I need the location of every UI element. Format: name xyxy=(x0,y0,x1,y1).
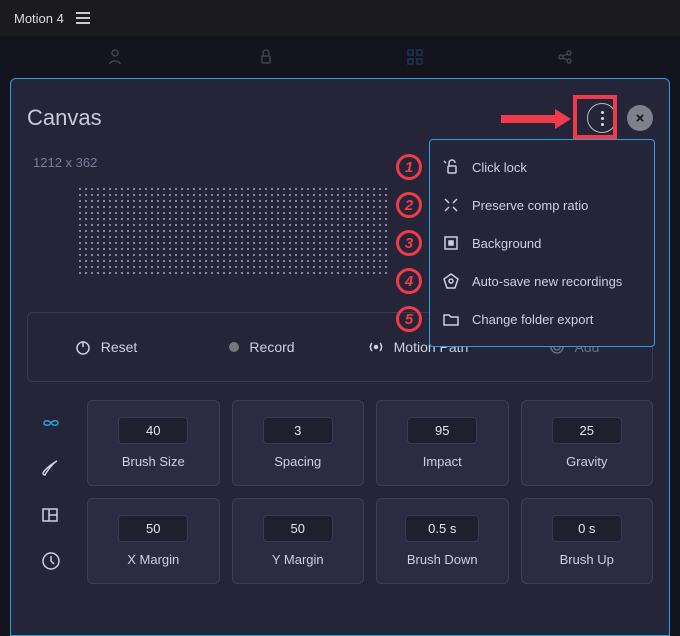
annotation-number: 3 xyxy=(396,230,422,256)
panel-header: Canvas × 1 Click lock 2 Preserve comp ra… xyxy=(27,93,653,143)
param-value[interactable]: 95 xyxy=(407,417,477,444)
lock-icon xyxy=(442,158,460,176)
param-value[interactable]: 50 xyxy=(263,515,333,542)
square-dot-icon xyxy=(442,234,460,252)
menu-change-folder[interactable]: 5 Change folder export xyxy=(430,300,654,338)
param-label: Brush Up xyxy=(560,552,614,567)
param-gravity: 25 Gravity xyxy=(521,400,654,486)
button-label: Reset xyxy=(101,339,138,355)
menu-autosave[interactable]: 4 Auto-save new recordings xyxy=(430,262,654,300)
param-label: Y Margin xyxy=(272,552,324,567)
expand-icon xyxy=(442,196,460,214)
param-value[interactable]: 3 xyxy=(263,417,333,444)
generic-icon[interactable] xyxy=(556,48,574,66)
infinity-tool[interactable] xyxy=(40,412,62,434)
menu-item-label: Change folder export xyxy=(472,312,593,327)
param-y-margin: 50 Y Margin xyxy=(232,498,365,584)
annotation-number: 4 xyxy=(396,268,422,294)
menu-click-lock[interactable]: 1 Click lock xyxy=(430,148,654,186)
app-topbar: Motion 4 xyxy=(0,0,680,36)
options-dropdown: 1 Click lock 2 Preserve comp ratio 3 Bac… xyxy=(429,139,655,347)
param-impact: 95 Impact xyxy=(376,400,509,486)
menu-item-label: Auto-save new recordings xyxy=(472,274,622,289)
param-value[interactable]: 50 xyxy=(118,515,188,542)
param-value[interactable]: 25 xyxy=(552,417,622,444)
more-options-button[interactable] xyxy=(587,103,617,133)
kebab-icon xyxy=(601,111,604,126)
param-value[interactable]: 40 xyxy=(118,417,188,444)
menu-background[interactable]: 3 Background xyxy=(430,224,654,262)
param-brush-down: 0.5 s Brush Down xyxy=(376,498,509,584)
app-title: Motion 4 xyxy=(14,11,64,26)
brush-tool[interactable] xyxy=(40,458,62,480)
param-value[interactable]: 0.5 s xyxy=(405,515,479,542)
param-brush-size: 40 Brush Size xyxy=(87,400,220,486)
clock-tool[interactable] xyxy=(40,550,62,572)
button-label: Record xyxy=(249,339,294,355)
tab-strip xyxy=(0,36,680,78)
folder-icon xyxy=(442,310,460,328)
generic-icon[interactable] xyxy=(406,48,424,66)
menu-preserve-ratio[interactable]: 2 Preserve comp ratio xyxy=(430,186,654,224)
param-x-margin: 50 X Margin xyxy=(87,498,220,584)
broadcast-icon xyxy=(368,339,384,355)
power-icon xyxy=(75,339,91,355)
param-label: Impact xyxy=(423,454,462,469)
param-label: Brush Down xyxy=(407,552,478,567)
annotation-number: 2 xyxy=(396,192,422,218)
canvas-preview[interactable] xyxy=(77,186,389,276)
param-spacing: 3 Spacing xyxy=(232,400,365,486)
param-label: Brush Size xyxy=(122,454,185,469)
menu-item-label: Click lock xyxy=(472,160,527,175)
param-label: X Margin xyxy=(127,552,179,567)
menu-icon[interactable] xyxy=(76,12,90,24)
param-value[interactable]: 0 s xyxy=(552,515,622,542)
menu-item-label: Background xyxy=(472,236,541,251)
record-button[interactable]: Record xyxy=(190,323,334,371)
parameters-grid: 40 Brush Size 3 Spacing 95 Impact 25 Gra… xyxy=(87,400,653,584)
menu-item-label: Preserve comp ratio xyxy=(472,198,588,213)
generic-icon[interactable] xyxy=(256,48,274,66)
param-label: Spacing xyxy=(274,454,321,469)
bottom-section: 40 Brush Size 3 Spacing 95 Impact 25 Gra… xyxy=(27,400,653,584)
pentagon-icon xyxy=(442,272,460,290)
tool-sidebar xyxy=(27,400,75,584)
param-label: Gravity xyxy=(566,454,607,469)
panel-title: Canvas xyxy=(27,105,102,131)
reset-button[interactable]: Reset xyxy=(34,323,178,371)
layout-tool[interactable] xyxy=(40,504,62,526)
param-brush-up: 0 s Brush Up xyxy=(521,498,654,584)
canvas-panel: Canvas × 1 Click lock 2 Preserve comp ra… xyxy=(10,78,670,636)
annotation-arrow xyxy=(501,107,571,131)
close-button[interactable]: × xyxy=(627,105,653,131)
generic-icon[interactable] xyxy=(106,48,124,66)
record-icon xyxy=(229,342,239,352)
